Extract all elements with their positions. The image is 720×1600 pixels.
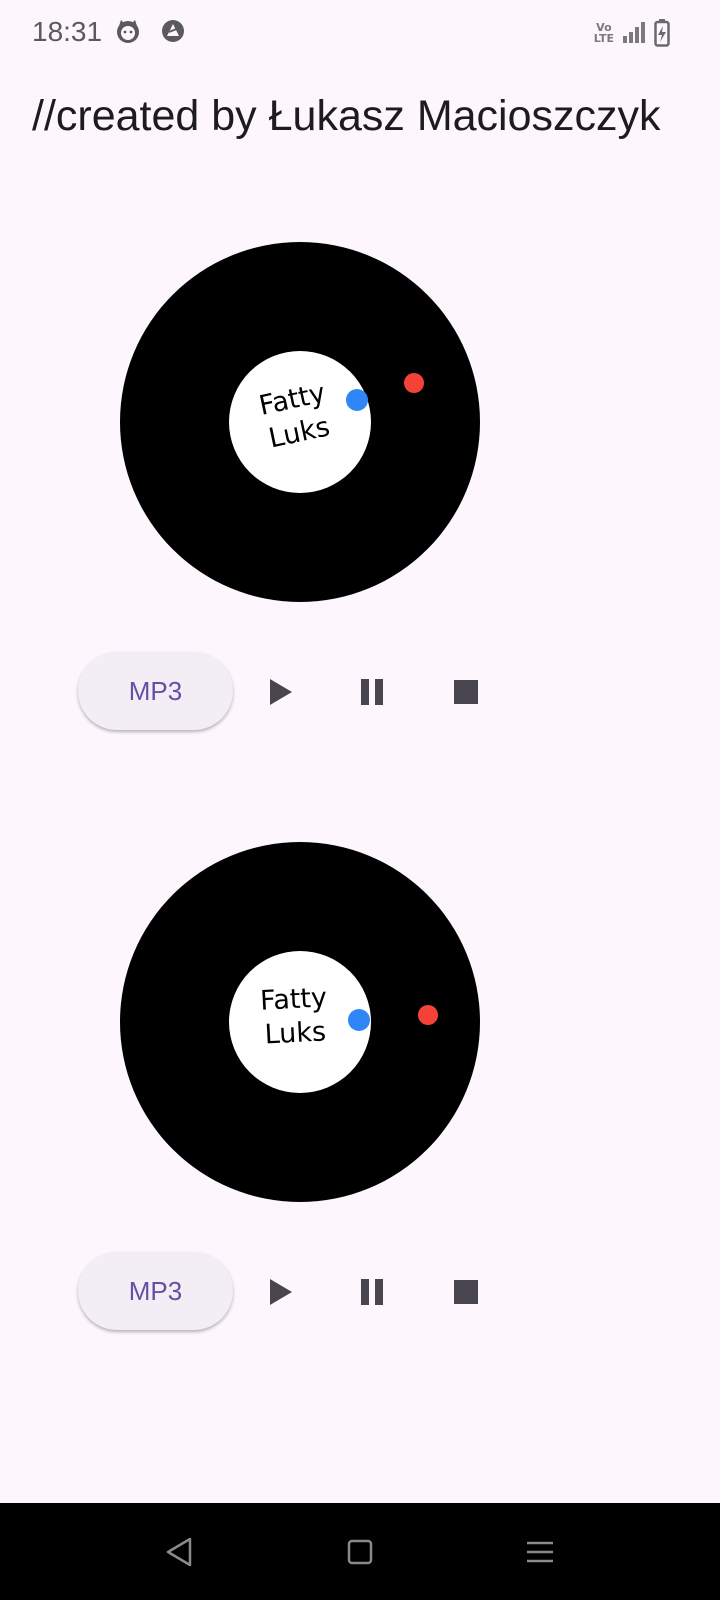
pause-icon[interactable]: [356, 676, 388, 708]
vinyl-disc[interactable]: Fatty Luks: [118, 840, 482, 1204]
status-bar: 18:31 Vo LTE: [0, 0, 720, 66]
disc-label-text-line1: Fatty: [259, 982, 327, 1016]
pause-icon[interactable]: [356, 1276, 388, 1308]
turntable-deck-2: Fatty Luks MP3: [0, 840, 720, 1340]
blue-marker: [346, 389, 368, 411]
play-icon[interactable]: [264, 676, 296, 708]
stop-icon[interactable]: [450, 676, 482, 708]
page-title: //created by Łukasz Macioszczyk: [32, 92, 661, 140]
app-notification-icon: [162, 20, 184, 42]
stop-icon[interactable]: [450, 1276, 482, 1308]
deck-controls: MP3: [78, 1252, 578, 1332]
mp3-button[interactable]: MP3: [78, 1252, 233, 1330]
vinyl-disc[interactable]: Fatty Luks: [118, 240, 482, 604]
disc-label-text-line2: Luks: [264, 1016, 327, 1050]
system-nav-bar: [0, 1503, 720, 1600]
mp3-button[interactable]: MP3: [78, 652, 233, 730]
cat-face-icon: [117, 20, 139, 43]
deck-controls: MP3: [78, 652, 578, 732]
play-icon[interactable]: [264, 1276, 296, 1308]
red-marker: [418, 1005, 438, 1025]
battery-charging-icon: [654, 19, 670, 47]
status-right-icons: Vo LTE: [594, 18, 670, 48]
blue-marker: [348, 1009, 370, 1031]
volte-indicator: Vo LTE: [593, 21, 614, 45]
signal-bars-icon: [623, 22, 645, 43]
red-marker: [404, 373, 424, 393]
home-square-icon[interactable]: [343, 1535, 377, 1569]
status-time: 18:31: [32, 16, 103, 47]
turntable-deck-1: Fatty Luks MP3: [0, 240, 720, 740]
menu-lines-icon[interactable]: [523, 1535, 557, 1569]
back-triangle-icon[interactable]: [162, 1535, 196, 1569]
